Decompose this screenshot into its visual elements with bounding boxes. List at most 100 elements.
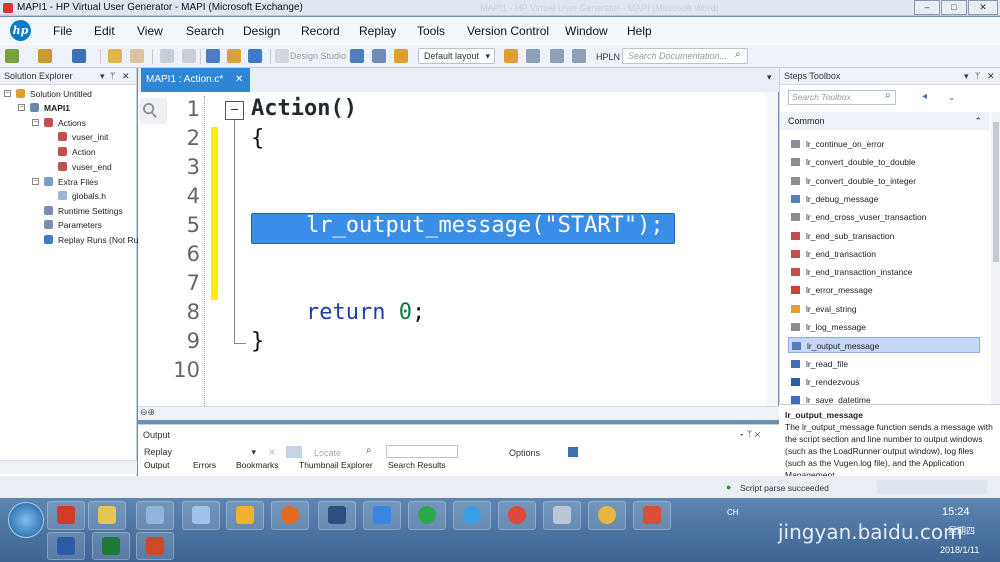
layout-dropdown[interactable]: Default layout ▾ (418, 48, 495, 64)
tab-list-icon[interactable]: ▾ (767, 72, 772, 83)
taskbar-search[interactable] (226, 501, 264, 530)
undo-icon[interactable] (108, 49, 122, 63)
output-pane-controls[interactable]: ▾ ᛘ ✕ (739, 429, 760, 439)
tree-item-replay-runs[interactable]: Replay Runs (Not Run (58, 235, 143, 245)
taskbar-app[interactable] (47, 501, 85, 530)
taskbar-word[interactable] (47, 532, 85, 560)
taskbar-paint[interactable] (136, 501, 174, 530)
copy-icon[interactable] (182, 49, 196, 63)
options-dropdown[interactable]: Options (509, 448, 540, 458)
menu-file[interactable]: File (53, 24, 72, 38)
code-line-9[interactable]: } (251, 329, 264, 354)
menu-tools[interactable]: Tools (417, 24, 445, 38)
pane-dropdown-icon[interactable]: ▾ (100, 68, 105, 85)
toolbox-scrollbar[interactable] (991, 112, 1000, 404)
tab-close-icon[interactable]: ✕ (235, 68, 243, 92)
taskbar-explorer[interactable] (88, 501, 126, 530)
open-icon[interactable] (38, 49, 52, 63)
menu-design[interactable]: Design (243, 24, 280, 38)
fold-collapse-icon[interactable]: − (225, 101, 244, 120)
menu-search[interactable]: Search (186, 24, 224, 38)
step-item-lr-end-sub-transaction[interactable]: lr_end_sub_transaction (788, 228, 980, 244)
step-item-lr-read-file[interactable]: lr_read_file (788, 356, 980, 372)
code-line-5[interactable]: lr_output_message("START"); (306, 213, 664, 238)
step-item-lr-eval-string[interactable]: lr_eval_string (788, 301, 980, 317)
menu-record[interactable]: Record (301, 24, 340, 38)
tree-item-extra-files[interactable]: Extra Files (58, 177, 98, 187)
code-line-2[interactable]: { (251, 126, 264, 151)
step-item-lr-log-message[interactable]: lr_log_message (788, 319, 980, 335)
hpln-button[interactable]: HPLN (596, 52, 620, 62)
cut-icon[interactable] (160, 49, 174, 63)
taskbar-app[interactable] (408, 501, 446, 530)
record-icon[interactable] (206, 49, 220, 63)
tree-item-vuser-init[interactable]: vuser_init (72, 132, 108, 142)
step-item-lr-end-transaction[interactable]: lr_end_transaction (788, 246, 980, 262)
taskbar-chrome[interactable] (498, 501, 536, 530)
close-button[interactable]: ✕ (968, 0, 998, 15)
new-script-icon[interactable] (5, 49, 19, 63)
tab-search-results[interactable]: Search Results (388, 460, 446, 470)
tree-item-actions[interactable]: Actions (58, 118, 86, 128)
taskbar-app[interactable] (182, 501, 220, 530)
step-item-lr-convert-double-to-integer[interactable]: lr_convert_double_to_integer (788, 173, 980, 189)
tree-item-runtime-settings[interactable]: Runtime Settings (58, 206, 123, 216)
save-output-icon[interactable] (568, 447, 578, 457)
taskbar-app[interactable] (633, 501, 671, 530)
wrap-icon[interactable] (286, 446, 302, 458)
pin-icon[interactable]: ᛘ (110, 68, 115, 85)
menu-replay[interactable]: Replay (359, 24, 396, 38)
input-language[interactable]: CH (727, 508, 739, 517)
tree-item-vuser-end[interactable]: vuser_end (72, 162, 112, 172)
tab-thumbnail-explorer[interactable]: Thumbnail Explorer (299, 460, 373, 470)
tab-action-c[interactable]: MAPI1 : Action.c* ✕ (141, 68, 250, 92)
compile-icon[interactable] (227, 49, 241, 63)
code-line-1[interactable]: Action() (251, 96, 357, 121)
step-item-lr-continue-on-error[interactable]: lr_continue_on_error (788, 136, 980, 152)
taskbar-app[interactable] (363, 501, 401, 530)
maximize-button[interactable]: □ (941, 0, 967, 15)
clear-icon[interactable]: ✕ (268, 447, 276, 458)
taskbar-firefox[interactable] (271, 501, 309, 530)
replay-icon[interactable] (248, 49, 262, 63)
step-item-lr-convert-double-to-double[interactable]: lr_convert_double_to_double (788, 154, 980, 170)
code-editor[interactable] (138, 92, 767, 406)
brush-icon[interactable] (526, 49, 540, 63)
params-icon[interactable] (394, 49, 408, 63)
tree-item-solution[interactable]: Solution Untitled (30, 89, 92, 99)
locate-button[interactable]: Locate (314, 448, 341, 458)
taskbar-excel[interactable] (92, 532, 130, 560)
taskbar-app[interactable] (318, 501, 356, 530)
save-icon[interactable] (72, 49, 86, 63)
zoom-icon[interactable]: ⊖⊕ (140, 407, 155, 418)
code-line-8[interactable]: return 0; (306, 300, 425, 325)
pane-close-icon[interactable]: ✕ (122, 68, 130, 85)
taskbar-vugen[interactable] (588, 501, 626, 530)
horizontal-scrollbar[interactable] (0, 460, 137, 474)
step-item-lr-end-transaction-instance[interactable]: lr_end_transaction_instance (788, 264, 980, 280)
menu-version-control[interactable]: Version Control (467, 24, 549, 38)
steps-icon[interactable] (350, 49, 364, 63)
editor-horizontal-scrollbar[interactable]: ⊖⊕ (138, 406, 779, 420)
search-icon[interactable]: ⌕ (735, 49, 741, 60)
step-item-lr-end-cross-vuser-transaction[interactable]: lr_end_cross_vuser_transaction (788, 209, 980, 225)
tree-item-globals[interactable]: globals.h (72, 191, 106, 201)
tab-errors[interactable]: Errors (193, 460, 216, 470)
tree-item-action[interactable]: Action (72, 147, 96, 157)
step-item-lr-debug-message[interactable]: lr_debug_message (788, 191, 980, 207)
tree-item-parameters[interactable]: Parameters (58, 220, 102, 230)
arrow-icon[interactable] (572, 49, 586, 63)
transaction-icon[interactable] (504, 49, 518, 63)
start-button[interactable] (8, 502, 44, 538)
find-input[interactable] (386, 445, 458, 458)
snapshot-icon[interactable] (372, 49, 386, 63)
step-item-lr-rendezvous[interactable]: lr_rendezvous (788, 374, 980, 390)
taskbar-powerpoint[interactable] (136, 532, 174, 560)
menu-window[interactable]: Window (565, 24, 608, 38)
menu-edit[interactable]: Edit (94, 24, 115, 38)
output-source-dropdown[interactable]: Replay ▾ (144, 447, 258, 459)
menu-view[interactable]: View (137, 24, 163, 38)
design-studio-button[interactable]: Design Studio (290, 51, 346, 61)
status-tools[interactable] (877, 480, 987, 494)
step-item-lr-output-message[interactable]: lr_output_message (788, 337, 980, 354)
